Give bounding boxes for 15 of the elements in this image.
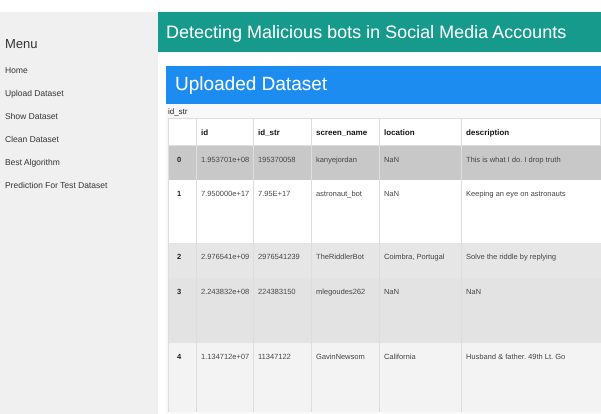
column-header: location <box>380 118 462 146</box>
sidebar-link[interactable]: Best Algorithm <box>5 155 158 169</box>
menu-title: Menu <box>5 36 39 51</box>
table-caption: id_str <box>167 106 189 118</box>
page-title: Detecting Malicious bots in Social Media Accounts <box>166 22 566 42</box>
sidebar-link[interactable]: Home <box>5 63 158 77</box>
column-header: id_str <box>254 118 312 146</box>
column-header: screen_name <box>312 118 380 146</box>
column-header: id <box>196 118 254 146</box>
sidebar-link[interactable]: Upload Dataset <box>5 86 158 100</box>
sidebar-link[interactable]: Clean Dataset <box>5 132 158 146</box>
panel-title: Uploaded Dataset <box>175 74 328 96</box>
column-header: description <box>462 118 600 146</box>
sidebar-link[interactable]: Prediction For Test Dataset <box>5 178 158 192</box>
sidebar-link[interactable]: Show Dataset <box>5 109 158 123</box>
